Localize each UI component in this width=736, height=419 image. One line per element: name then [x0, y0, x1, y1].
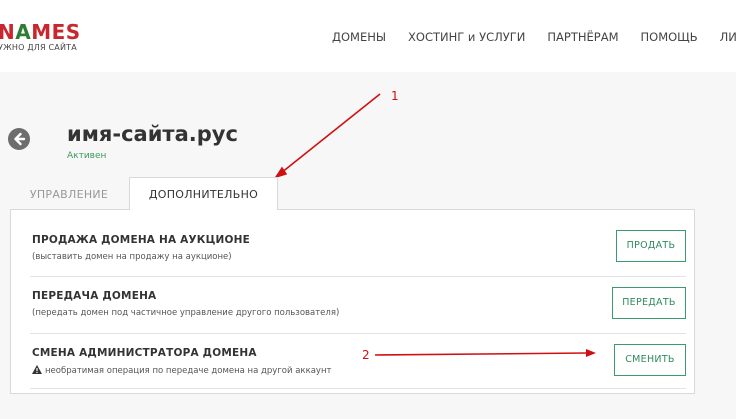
logo-letters-mes: MES: [31, 20, 81, 44]
back-arrow-icon[interactable]: [8, 128, 30, 150]
nav-item-partners[interactable]: ПАРТНЁРАМ: [547, 30, 618, 44]
row-description: (передать домен под частичное управление…: [32, 308, 340, 318]
sell-button[interactable]: ПРОДАТЬ: [616, 230, 686, 262]
logo-letter-n: N: [0, 20, 16, 44]
warning-text: необратимая операция по передаче домена …: [45, 366, 332, 376]
tab-manage[interactable]: УПРАВЛЕНИЕ: [10, 180, 128, 209]
row-description: необратимая операция по передаче домена …: [32, 365, 331, 377]
row-title: ПЕРЕДАЧА ДОМЕНА: [32, 290, 157, 302]
site-header: NAMES УЖНО ДЛЯ САЙТА ДОМЕНЫ ХОСТИНГ и УС…: [0, 0, 736, 72]
site-logo[interactable]: NAMES УЖНО ДЛЯ САЙТА: [0, 22, 81, 52]
main-nav: ДОМЕНЫ ХОСТИНГ и УСЛУГИ ПАРТНЁРАМ ПОМОЩЬ…: [332, 30, 736, 44]
nav-item-hosting[interactable]: ХОСТИНГ и УСЛУГИ: [408, 30, 525, 44]
row-title: ПРОДАЖА ДОМЕНА НА АУКЦИОНЕ: [32, 234, 250, 246]
tab-additional[interactable]: ДОПОЛНИТЕЛЬНО: [129, 177, 278, 210]
annotation-label-1: 1: [391, 89, 399, 103]
logo-subtitle: УЖНО ДЛЯ САЙТА: [0, 43, 77, 52]
logo-letter-a: A: [15, 20, 32, 44]
additional-panel: ПРОДАЖА ДОМЕНА НА АУКЦИОНЕ (выставить до…: [10, 209, 695, 394]
change-button[interactable]: СМЕНИТЬ: [614, 344, 686, 376]
nav-item-domains[interactable]: ДОМЕНЫ: [332, 30, 386, 44]
nav-item-help[interactable]: ПОМОЩЬ: [641, 30, 698, 44]
annotation-label-2: 2: [362, 348, 370, 362]
row-title: СМЕНА АДМИНИСТРАТОРА ДОМЕНА: [32, 347, 257, 359]
row-auction-sale: ПРОДАЖА ДОМЕНА НА АУКЦИОНЕ (выставить до…: [30, 220, 686, 277]
row-description: (выставить домен на продажу на аукционе): [32, 252, 232, 262]
logo-wordmark: NAMES: [0, 22, 81, 42]
row-domain-transfer: ПЕРЕДАЧА ДОМЕНА (передать домен под част…: [30, 277, 686, 334]
nav-item-account[interactable]: ЛИЧН: [720, 30, 736, 44]
page-title: имя-сайта.рус: [67, 122, 238, 146]
warning-icon: [32, 365, 42, 377]
transfer-button[interactable]: ПЕРЕДАТЬ: [612, 287, 686, 319]
status-badge: Активен: [67, 151, 107, 161]
row-admin-change: СМЕНА АДМИНИСТРАТОРА ДОМЕНА необратимая …: [30, 334, 686, 389]
